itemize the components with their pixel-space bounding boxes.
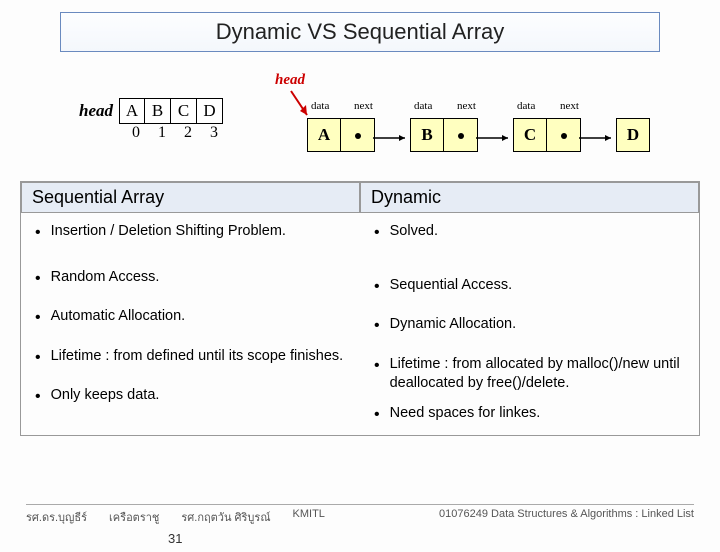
slide-title: Dynamic VS Sequential Array	[60, 12, 660, 52]
node-pointer	[444, 118, 478, 152]
array-index: 1	[149, 124, 175, 142]
node-pointer	[341, 118, 375, 152]
node-value: C	[513, 118, 547, 152]
node-data-label: data	[517, 100, 535, 112]
array-cell: A	[119, 98, 145, 124]
footer-course: 01076249 Data Structures & Algorithms : …	[439, 508, 694, 526]
array-cell: C	[171, 98, 197, 124]
node-next-label: next	[354, 100, 373, 112]
node-data-label: data	[414, 100, 432, 112]
node-value: B	[410, 118, 444, 152]
sequential-array-diagram: head A B C D 0 1 2 3	[75, 98, 227, 142]
link-arrow-icon	[373, 133, 413, 143]
right-column: Dynamic •Solved. •Sequential Access. •Dy…	[360, 182, 699, 435]
diagrams-row: head A B C D 0 1 2 3 head data next A da…	[75, 72, 685, 167]
node-next-label: next	[560, 100, 579, 112]
node-next-label: next	[457, 100, 476, 112]
footer-author: รศ.กฤตวัน ศิริบูรณ์	[181, 508, 270, 526]
list-item: •Dynamic Allocation.	[360, 310, 699, 342]
node-pointer	[547, 118, 581, 152]
list-item: •Sequential Access.	[360, 271, 699, 303]
array-head-label: head	[79, 101, 113, 121]
footer: รศ.ดร.บุญธีร์ เครือตราชู รศ.กฤตวัน ศิริบ…	[26, 504, 694, 526]
array-index: 0	[123, 124, 149, 142]
list-item: •Lifetime : from allocated by malloc()/n…	[360, 350, 699, 399]
left-column: Sequential Array •Insertion / Deletion S…	[21, 182, 360, 435]
list-item: •Automatic Allocation.	[21, 302, 360, 334]
page-number: 31	[168, 531, 182, 546]
linked-head-label: head	[275, 72, 305, 89]
array-index: 2	[175, 124, 201, 142]
left-header: Sequential Array	[21, 182, 360, 213]
link-arrow-icon	[579, 133, 619, 143]
linked-list-diagram: head data next A data next B data next C…	[275, 72, 685, 167]
list-item: •Insertion / Deletion Shifting Problem.	[21, 217, 360, 249]
footer-org: KMITL	[293, 508, 325, 526]
array-cell: D	[197, 98, 223, 124]
comparison-table: Sequential Array •Insertion / Deletion S…	[20, 181, 700, 436]
node-value: D	[616, 118, 650, 152]
node-data-label: data	[311, 100, 329, 112]
link-arrow-icon	[476, 133, 516, 143]
right-header: Dynamic	[360, 182, 699, 213]
footer-author: รศ.ดร.บุญธีร์	[26, 508, 87, 526]
list-item: •Only keeps data.	[21, 381, 360, 413]
list-item: •Solved.	[360, 217, 699, 249]
list-item: •Need spaces for linkes.	[360, 399, 699, 431]
array-cell: B	[145, 98, 171, 124]
array-index: 3	[201, 124, 227, 142]
list-item: •Random Access.	[21, 263, 360, 295]
list-item: •Lifetime : from defined until its scope…	[21, 342, 360, 374]
node-value: A	[307, 118, 341, 152]
footer-author: เครือตราชู	[109, 508, 159, 526]
